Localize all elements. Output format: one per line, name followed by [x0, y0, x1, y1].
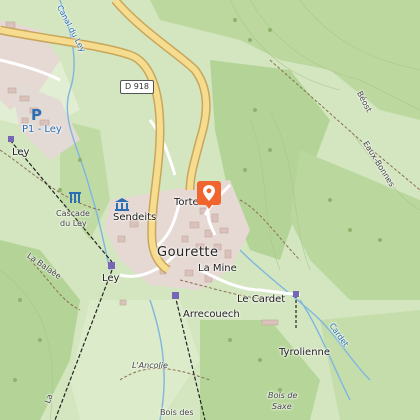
location-pin-icon[interactable] — [196, 180, 222, 214]
label-ley-bottom: Ley — [102, 273, 120, 284]
parking-icon[interactable]: P — [30, 106, 44, 126]
road-shield-d918: D 918 — [120, 80, 154, 94]
label-gourette: Gourette — [157, 245, 219, 260]
label-bois-des: Bois des — [160, 408, 194, 417]
map-canvas[interactable]: D 918 Gourette La Mine Le Cardet Arrecou… — [0, 0, 420, 420]
svg-text:P: P — [31, 106, 42, 122]
label-cascade-1: Cascade — [56, 209, 90, 218]
label-cascade-2: du Ley — [60, 219, 87, 228]
label-ley-top: Ley — [12, 147, 30, 158]
label-bois-de-saxe-2: Saxe — [272, 402, 292, 411]
label-lancolie: L'Ancolie — [132, 361, 168, 370]
label-tyrolienne: Tyrolienne — [279, 347, 331, 358]
label-p1-ley: P1 - Ley — [22, 124, 62, 135]
label-le-cardet: Le Cardet — [237, 294, 286, 305]
label-bois-de-saxe-1: Bois de — [268, 391, 298, 400]
museum-icon[interactable] — [114, 196, 130, 215]
label-arrecouech: Arrecouech — [183, 309, 240, 320]
waterfall-icon[interactable] — [68, 190, 84, 209]
label-la-mine: La Mine — [198, 263, 237, 274]
